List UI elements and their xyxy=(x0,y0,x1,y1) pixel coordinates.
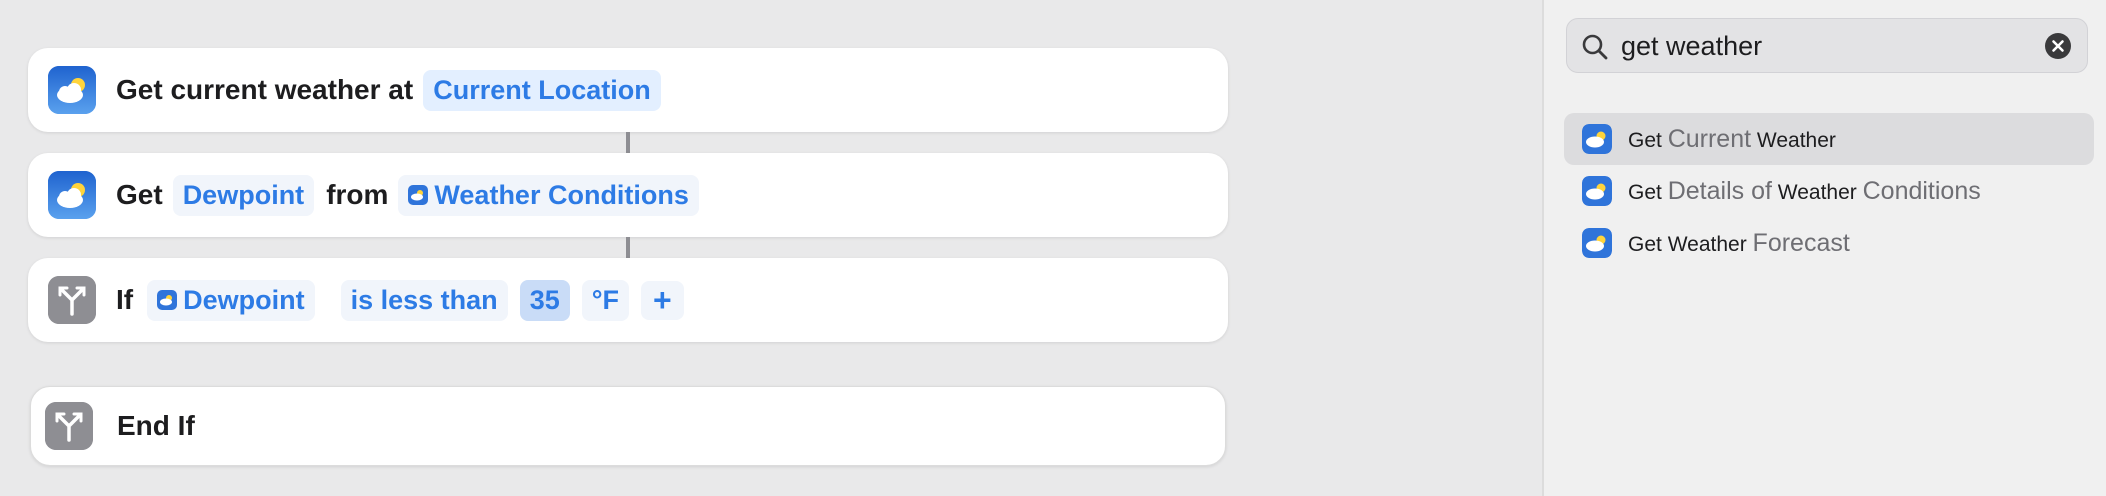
weather-icon xyxy=(157,290,178,310)
weather-icon xyxy=(408,185,429,205)
result-label-part: Weather xyxy=(1667,232,1747,256)
dewpoint-variable[interactable]: Dewpoint xyxy=(147,279,315,321)
result-label-part: Get xyxy=(1628,128,1662,152)
unit-parameter[interactable]: °F xyxy=(581,279,630,321)
branch-icon xyxy=(48,276,96,324)
result-label-part: Conditions xyxy=(1862,176,1981,205)
shortcut-editor: Get current weather at Current Location … xyxy=(0,0,1542,496)
operator-parameter[interactable]: is less than xyxy=(340,279,508,321)
result-label-part: Forecast xyxy=(1752,228,1850,257)
search-icon xyxy=(1582,34,1608,60)
weather-conditions-variable[interactable]: Weather Conditions xyxy=(398,174,699,216)
detail-parameter[interactable]: Dewpoint xyxy=(172,174,315,216)
action-text: Get current weather at xyxy=(116,74,414,105)
clear-search-icon[interactable] xyxy=(2045,33,2071,59)
variable-label: Dewpoint xyxy=(183,284,305,315)
result-label: Get Weather Forecast xyxy=(1628,229,1850,258)
flow-connector xyxy=(626,132,630,153)
end-if-label: End If xyxy=(117,410,195,441)
weather-icon xyxy=(1582,124,1612,154)
result-label: Get Current Weather xyxy=(1628,125,1836,154)
variable-label: Weather Conditions xyxy=(434,179,689,210)
action-end-if[interactable]: End If xyxy=(30,386,1226,466)
result-label-part: Weather xyxy=(1777,180,1857,204)
action-get-details[interactable]: Get Dewpoint from Weather Conditions xyxy=(28,153,1228,237)
result-label-part: Details of xyxy=(1667,176,1772,205)
if-word: If xyxy=(116,284,134,315)
location-parameter[interactable]: Current Location xyxy=(423,69,661,111)
add-condition-button[interactable]: + xyxy=(641,280,684,320)
action-get-current-weather[interactable]: Get current weather at Current Location xyxy=(28,48,1228,132)
action-if[interactable]: If Dewpoint is less than 35 °F + xyxy=(28,258,1228,342)
weather-icon xyxy=(48,171,96,219)
search-query: get weather xyxy=(1621,31,1763,61)
result-get-current-weather[interactable]: Get Current Weather xyxy=(1564,113,2094,165)
plus-icon: + xyxy=(653,281,672,318)
from-word: from xyxy=(326,179,389,210)
result-label-part: Current xyxy=(1667,124,1752,153)
result-get-details-of-weather-conditions[interactable]: Get Details of Weather Conditions xyxy=(1564,165,2094,217)
get-word: Get xyxy=(116,179,163,210)
flow-connector xyxy=(626,237,630,258)
result-label: Get Details of Weather Conditions xyxy=(1628,177,1981,206)
weather-icon xyxy=(48,66,96,114)
search-field[interactable]: get weather xyxy=(1566,18,2088,73)
result-label-part: Weather xyxy=(1756,128,1836,152)
branch-icon xyxy=(45,402,93,450)
result-label-part: Get xyxy=(1628,180,1662,204)
result-get-weather-forecast[interactable]: Get Weather Forecast xyxy=(1564,217,2094,269)
weather-icon xyxy=(1582,228,1612,258)
weather-icon xyxy=(1582,176,1612,206)
result-label-part: Get xyxy=(1628,232,1662,256)
value-parameter[interactable]: 35 xyxy=(519,279,570,321)
